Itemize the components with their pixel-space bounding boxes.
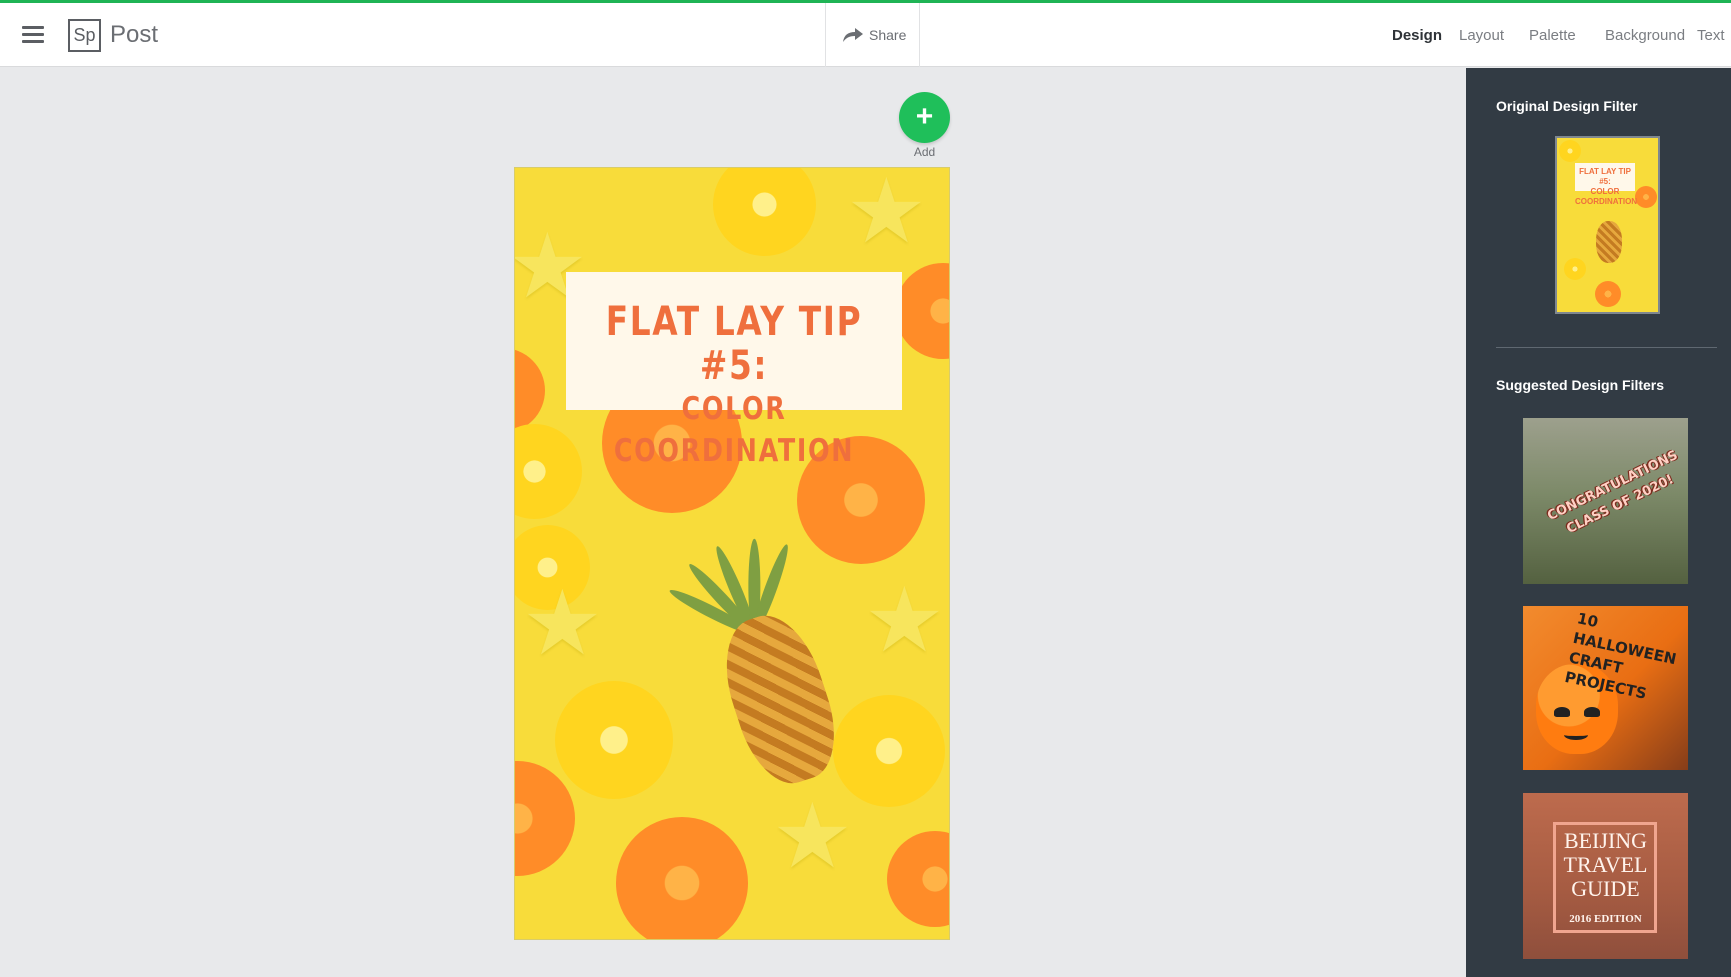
app-title: Post (110, 21, 159, 48)
top-toolbar: Sp Post Share Design Layout Palette Back… (0, 3, 1731, 67)
post-title-line-2[interactable]: COLOR COORDINATION (596, 388, 872, 472)
sidebar-divider (1496, 347, 1717, 348)
tab-text[interactable]: Text (1697, 27, 1725, 44)
post-title-line-1[interactable]: FLAT LAY TIP #5: (596, 300, 872, 388)
tab-background[interactable]: Background (1605, 27, 1685, 44)
starfruit-slice: ★ (772, 787, 853, 887)
design-filter-beijing[interactable]: BEIJING TRAVEL GUIDE 2016 EDITION (1523, 793, 1688, 959)
lemon-slice (713, 168, 816, 256)
orange-slice (515, 761, 575, 876)
share-label: Share (869, 27, 907, 43)
suggested-design-filters-heading: Suggested Design Filters (1496, 377, 1665, 393)
starfruit-slice: ★ (846, 167, 927, 262)
design-filter-halloween[interactable]: 10 HALLOWEEN CRAFT PROJECTS (1523, 606, 1688, 770)
beijing-thumb-text: BEIJING TRAVEL GUIDE (1563, 828, 1648, 901)
post-preview[interactable]: ★ ★ ★ ★ ★ FLAT LAY TIP #5: COLOR COORDIN… (514, 167, 950, 940)
lemon-slice (555, 681, 673, 799)
tab-layout[interactable]: Layout (1459, 27, 1504, 44)
add-label: Add (913, 145, 936, 159)
orange-slice (515, 348, 545, 433)
original-design-filter-thumbnail[interactable]: FLAT LAY TIP #5: COLOR COORDINATION (1555, 136, 1660, 314)
starfruit-slice: ★ (522, 574, 603, 674)
orange-slice (895, 263, 949, 359)
pineapple-thumb-icon (1596, 221, 1622, 263)
menu-icon[interactable] (22, 26, 44, 44)
original-design-filter-heading: Original Design Filter (1496, 98, 1638, 114)
tab-design[interactable]: Design (1392, 27, 1442, 44)
beijing-thumb-subtitle: 2016 EDITION (1569, 913, 1642, 925)
orange-slice (887, 831, 949, 927)
share-button[interactable]: Share (825, 3, 920, 67)
congrats-thumb-text: CONGRATULATIONS CLASS OF 2020! (1545, 447, 1681, 537)
orange-slice (616, 817, 748, 939)
share-icon (843, 28, 863, 42)
spark-post-logo: Sp (68, 19, 101, 52)
design-filter-congratulations[interactable]: CONGRATULATIONS CLASS OF 2020! (1523, 418, 1688, 584)
lemon-slice (515, 424, 582, 519)
original-thumb-title: FLAT LAY TIP #5: COLOR COORDINATION (1575, 163, 1637, 206)
tab-palette[interactable]: Palette (1529, 27, 1576, 44)
design-filters-sidebar: Original Design Filter FLAT LAY TIP #5: … (1466, 68, 1731, 977)
starfruit-slice: ★ (864, 571, 945, 671)
post-title-card[interactable]: FLAT LAY TIP #5: COLOR COORDINATION (566, 272, 902, 469)
plus-icon: + (915, 100, 934, 133)
add-button[interactable]: + (899, 92, 950, 143)
